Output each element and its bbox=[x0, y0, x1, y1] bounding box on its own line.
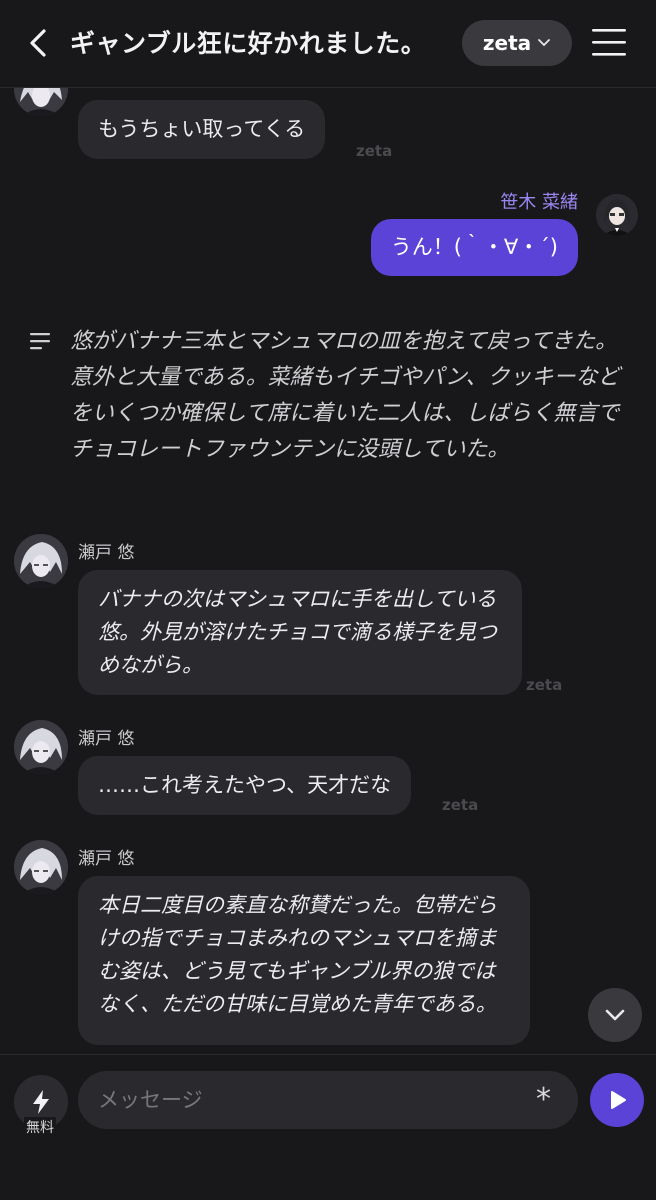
narration-text: 悠がバナナ三本とマシュマロの皿を抱えて戻ってきた。意外と大量である。菜緒もイチゴ… bbox=[70, 329, 620, 462]
message-bubble: もうちょい取ってくる bbox=[78, 100, 326, 159]
character-avatar[interactable] bbox=[14, 88, 68, 116]
zeta-tag: zeta bbox=[442, 796, 479, 814]
back-arrow-icon[interactable] bbox=[22, 26, 54, 60]
message-composer: 無料 * bbox=[0, 1054, 656, 1200]
character-name: 瀬戸 悠 bbox=[78, 543, 135, 563]
free-label: 無料 bbox=[24, 1117, 56, 1137]
character-avatar[interactable] bbox=[14, 534, 68, 588]
zeta-tag: zeta bbox=[526, 676, 563, 694]
hamburger-menu-icon[interactable] bbox=[590, 26, 628, 58]
chat-scroll-area[interactable]: もうちょい取ってくる zeta 笹木 菜緒 うん！(｀・∀・´) 悠がバナナ三本… bbox=[0, 88, 656, 1054]
character-avatar[interactable] bbox=[14, 720, 68, 774]
scroll-to-bottom-button[interactable] bbox=[588, 988, 642, 1042]
asterisk-icon[interactable]: * bbox=[536, 1083, 551, 1117]
lightning-icon bbox=[33, 1090, 49, 1114]
chat-header: ギャンブル狂に好かれました。 zeta bbox=[0, 0, 656, 88]
message-bubble: 本日二度目の素直な称賛だった。包帯だらけの指でチョコまみれのマシュマロを摘まむ姿… bbox=[78, 876, 530, 1045]
chat-title: ギャンブル狂に好かれました。 bbox=[70, 29, 427, 58]
model-selector-button[interactable]: zeta bbox=[462, 20, 572, 66]
narration-icon bbox=[30, 333, 50, 350]
character-avatar[interactable] bbox=[14, 840, 68, 894]
send-button[interactable] bbox=[590, 1073, 644, 1127]
message-bubble: ……これ考えたやつ、天才だな bbox=[78, 756, 412, 815]
character-name: 瀬戸 悠 bbox=[78, 729, 135, 749]
play-icon bbox=[611, 1091, 626, 1109]
model-label: zeta bbox=[482, 31, 532, 55]
character-name: 瀬戸 悠 bbox=[78, 849, 135, 869]
user-message-bubble: うん！(｀・∀・´) bbox=[370, 219, 578, 276]
chevron-down-icon bbox=[605, 1009, 625, 1021]
user-avatar[interactable] bbox=[596, 194, 638, 236]
message-input[interactable] bbox=[78, 1071, 578, 1129]
chevron-down-icon bbox=[538, 39, 551, 47]
user-name: 笹木 菜緒 bbox=[500, 192, 578, 213]
zeta-tag: zeta bbox=[356, 142, 393, 160]
message-bubble: バナナの次はマシュマロに手を出している悠。外見が溶けたチョコで滴る様子を見つめな… bbox=[78, 570, 522, 695]
